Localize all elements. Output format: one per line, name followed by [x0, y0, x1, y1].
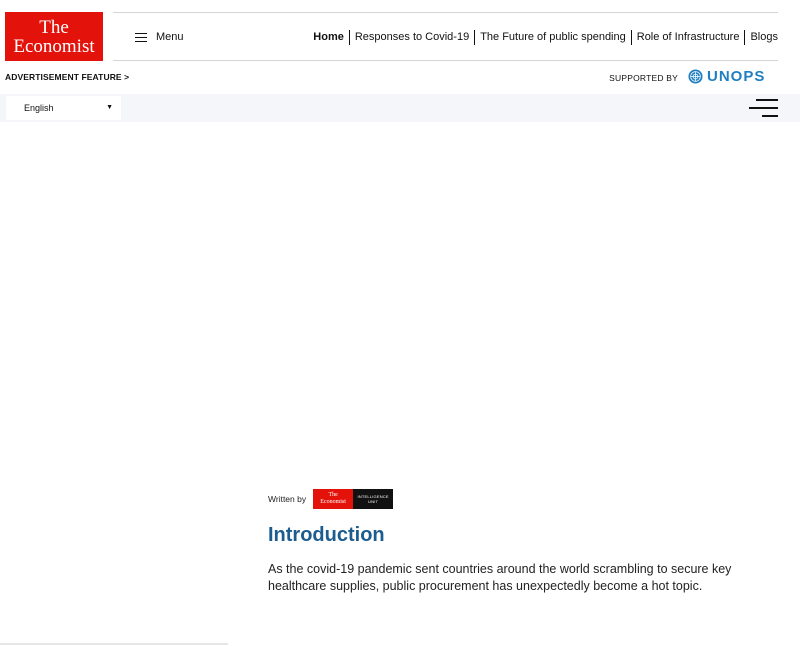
menu-button[interactable]: Menu: [135, 31, 184, 43]
logo-line-1: The: [39, 16, 69, 38]
unops-logo[interactable]: UNOPS: [688, 68, 765, 85]
language-select[interactable]: English ▼: [6, 96, 121, 120]
eiu-unit-line-2: UNIT: [368, 499, 379, 504]
article-title: Introduction: [268, 524, 385, 546]
article-body: As the covid-19 pandemic sent countries …: [268, 562, 732, 593]
main-nav: Home Responses to Covid-19 The Future of…: [308, 30, 778, 45]
language-bar: English ▼: [0, 94, 800, 122]
byline: Written by The Economist INTELLIGENCE UN…: [268, 489, 394, 509]
un-emblem-icon: [688, 69, 703, 84]
nav-blogs[interactable]: Blogs: [744, 30, 778, 45]
nav-future-public-spending[interactable]: The Future of public spending: [474, 30, 631, 45]
bottom-divider: [0, 643, 228, 645]
eiu-logo-line-1: The: [328, 492, 338, 498]
eiu-logo: The Economist INTELLIGENCE UNIT: [313, 489, 394, 509]
nav-home[interactable]: Home: [308, 30, 349, 45]
caret-down-icon: ▼: [106, 104, 113, 111]
nav-responses-covid[interactable]: Responses to Covid-19: [348, 30, 474, 45]
side-menu-button[interactable]: [749, 98, 778, 118]
eiu-logo-line-2: Economist: [320, 499, 346, 505]
supported-by-label: SUPPORTED BY: [609, 73, 678, 83]
menu-label: Menu: [156, 31, 184, 43]
top-navigation-bar: Menu Home Responses to Covid-19 The Futu…: [113, 12, 778, 61]
unops-wordmark: UNOPS: [707, 68, 766, 85]
logo-line-2: Economist: [13, 35, 95, 57]
hamburger-icon: [135, 32, 147, 43]
economist-logo[interactable]: The Economist: [5, 12, 103, 61]
nav-role-infrastructure[interactable]: Role of Infrastructure: [630, 30, 745, 45]
advertisement-feature-link[interactable]: ADVERTISEMENT FEATURE >: [5, 72, 129, 82]
written-by-label: Written by: [268, 494, 307, 504]
language-selected: English: [24, 103, 54, 113]
